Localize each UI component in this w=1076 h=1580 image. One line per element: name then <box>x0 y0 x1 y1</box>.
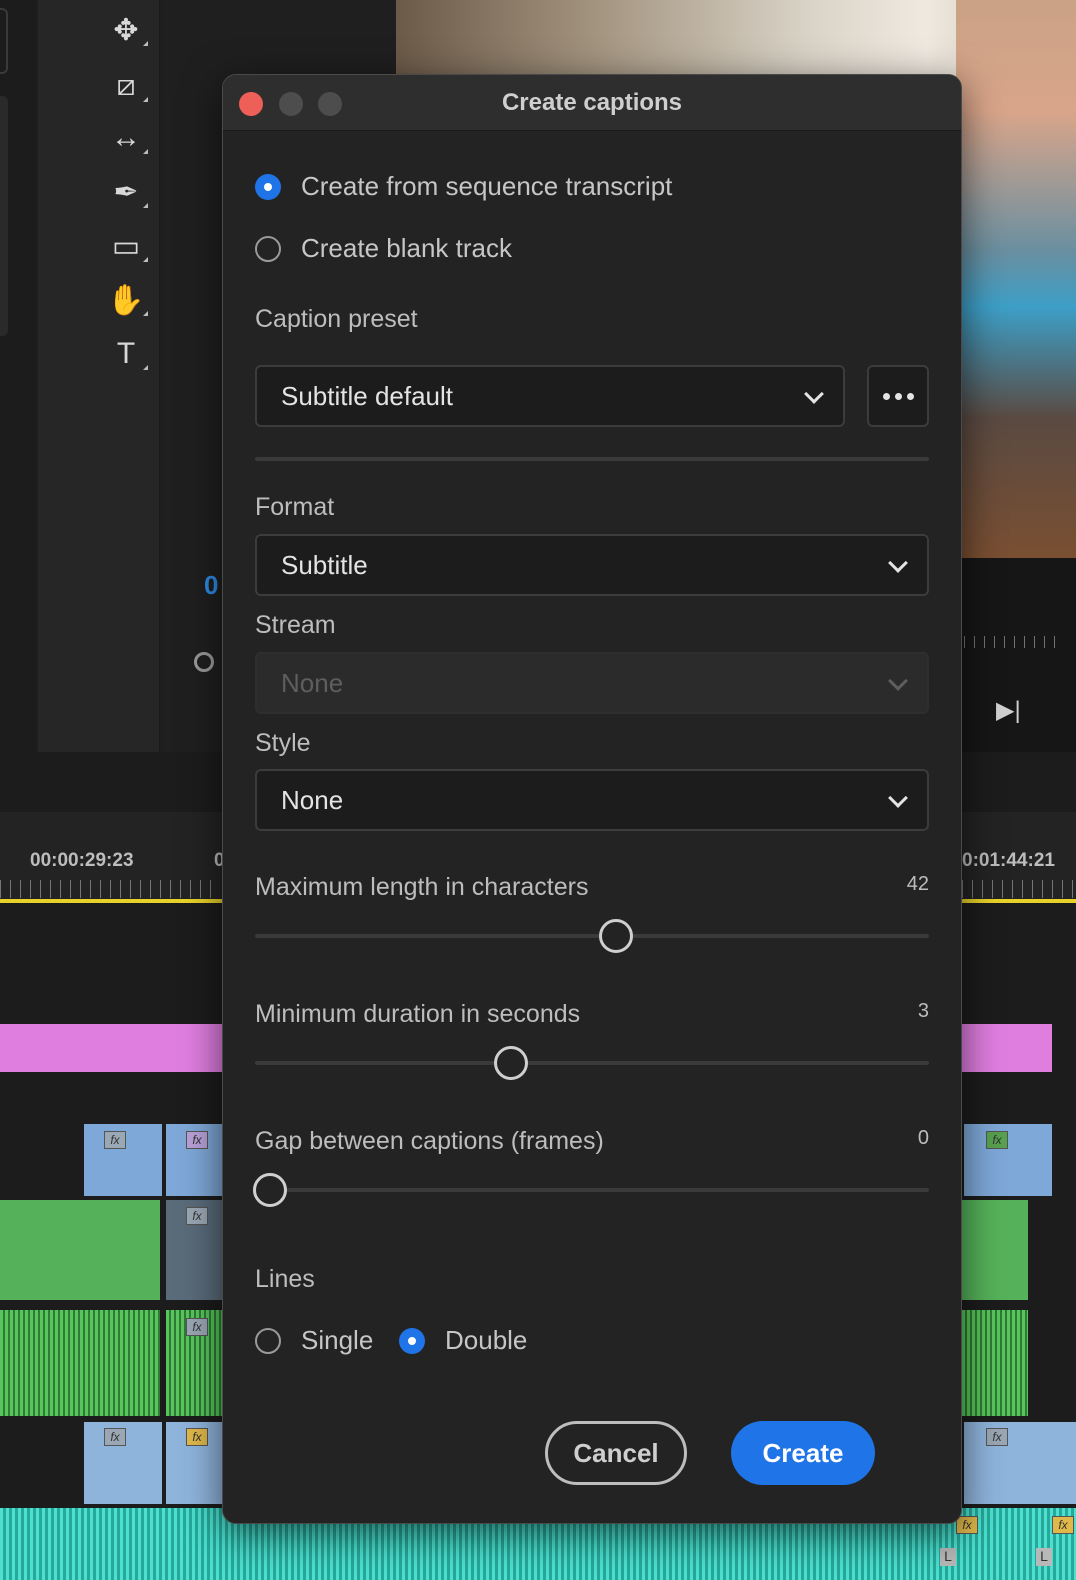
monitor-ticks <box>964 636 1064 648</box>
more-dots-icon <box>882 392 890 400</box>
dialog-titlebar[interactable]: Create captions <box>223 75 961 131</box>
radio-lines-double[interactable]: Double <box>399 1325 527 1356</box>
caption-clip[interactable] <box>962 1024 1052 1072</box>
min-duration-slider-track[interactable] <box>255 1061 929 1065</box>
work-area-bar[interactable] <box>962 899 1076 903</box>
video-subject <box>956 0 1076 558</box>
razor-tool-icon[interactable]: ⧄ <box>106 68 148 104</box>
video-clip[interactable] <box>964 1124 1052 1196</box>
hand-tool-icon[interactable]: ✋ <box>106 282 148 318</box>
fx-badge-icon: fx <box>986 1131 1008 1149</box>
channel-label: L <box>1036 1548 1052 1566</box>
radio-label: Single <box>301 1325 374 1355</box>
fx-badge-icon: fx <box>1052 1516 1074 1534</box>
radio-from-transcript[interactable]: Create from sequence transcript <box>255 171 672 202</box>
radio-label: Create from sequence transcript <box>301 171 673 201</box>
radio-selected-icon[interactable] <box>255 173 281 200</box>
channel-label: L <box>940 1548 956 1566</box>
move-tool-icon[interactable]: ✥ <box>106 12 148 48</box>
style-select[interactable]: None <box>255 769 929 831</box>
create-captions-dialog: Create captions Create from sequence tra… <box>222 74 962 1524</box>
gap-slider-thumb[interactable] <box>253 1173 287 1207</box>
fx-badge-icon: fx <box>986 1428 1008 1446</box>
type-tool-icon[interactable]: T <box>106 336 148 372</box>
min-duration-label: Minimum duration in seconds <box>255 1000 581 1028</box>
more-dots-icon <box>906 392 914 400</box>
min-duration-slider-thumb[interactable] <box>494 1046 528 1080</box>
chevron-down-icon <box>804 384 824 404</box>
radio-unselected-icon[interactable] <box>255 235 281 262</box>
caption-preset-label: Caption preset <box>255 305 418 333</box>
tools-panel: ✥ ⧄ ↔ ✒ ▭ ✋ T <box>38 0 160 752</box>
radio-label: Double <box>445 1325 528 1355</box>
panel-scrollbar[interactable] <box>0 96 8 336</box>
format-value: Subtitle <box>281 549 368 580</box>
pen-tool-icon[interactable]: ✒ <box>106 174 148 210</box>
create-button[interactable]: Create <box>731 1421 875 1485</box>
more-dots-icon <box>894 392 902 400</box>
step-forward-icon[interactable]: ▶︎| <box>996 696 1021 725</box>
radio-selected-icon[interactable] <box>399 1327 425 1354</box>
rectangle-tool-icon[interactable]: ▭ <box>106 228 148 264</box>
caption-clip[interactable] <box>0 1024 222 1072</box>
panel-handle[interactable] <box>0 8 8 74</box>
left-edge-panel <box>0 0 36 752</box>
fx-badge-icon: fx <box>186 1428 208 1446</box>
playhead-indicator: 0 <box>204 570 219 600</box>
timecode-right: 0:01:44:21 <box>962 850 1055 871</box>
marker-ring-icon[interactable] <box>194 652 214 672</box>
style-label: Style <box>255 729 311 757</box>
stream-select: None <box>255 652 929 714</box>
fx-badge-icon: fx <box>186 1131 208 1149</box>
gap-slider-track[interactable] <box>255 1188 929 1192</box>
dialog-title: Create captions <box>501 89 683 116</box>
max-length-value: 42 <box>906 873 929 895</box>
max-length-slider-track[interactable] <box>255 934 929 938</box>
max-length-slider-thumb[interactable] <box>599 919 633 953</box>
caption-preset-select[interactable]: Subtitle default <box>255 365 845 427</box>
format-label: Format <box>255 493 335 521</box>
fx-badge-icon: fx <box>956 1516 978 1534</box>
ruler-ticks <box>962 880 1076 898</box>
format-select[interactable]: Subtitle <box>255 534 929 596</box>
radio-label: Create blank track <box>301 233 512 263</box>
fx-badge-icon: fx <box>104 1428 126 1446</box>
ruler-ticks <box>0 880 220 898</box>
fx-badge-icon: fx <box>186 1207 208 1225</box>
section-divider <box>255 457 929 461</box>
cancel-button[interactable]: Cancel <box>545 1421 687 1485</box>
stream-value: None <box>281 667 344 698</box>
work-area-bar[interactable] <box>0 899 222 903</box>
caption-preset-value: Subtitle default <box>281 380 454 411</box>
chevron-down-icon <box>888 671 908 691</box>
max-length-label: Maximum length in characters <box>255 873 589 901</box>
audio-clip[interactable] <box>962 1310 1028 1416</box>
gap-label: Gap between captions (frames) <box>255 1127 604 1155</box>
preset-more-button[interactable] <box>867 365 929 427</box>
chevron-down-icon <box>888 788 908 808</box>
video-clip[interactable] <box>0 1200 160 1300</box>
audio-clip[interactable] <box>964 1422 1076 1504</box>
stream-label: Stream <box>255 611 336 639</box>
timecode-left: 00:00:29:23 <box>30 850 134 871</box>
radio-blank-track[interactable]: Create blank track <box>255 233 512 264</box>
fx-badge-icon: fx <box>186 1318 208 1336</box>
gap-value: 0 <box>917 1127 929 1149</box>
fx-badge-icon: fx <box>104 1131 126 1149</box>
video-clip[interactable] <box>962 1200 1028 1300</box>
min-duration-value: 3 <box>917 1000 929 1022</box>
slip-tool-icon[interactable]: ↔ <box>106 120 148 156</box>
chevron-down-icon <box>888 553 908 573</box>
lines-label: Lines <box>255 1265 315 1293</box>
radio-unselected-icon[interactable] <box>255 1327 281 1354</box>
audio-clip[interactable] <box>0 1310 160 1416</box>
style-value: None <box>281 784 344 815</box>
radio-lines-single[interactable]: Single <box>255 1325 373 1356</box>
